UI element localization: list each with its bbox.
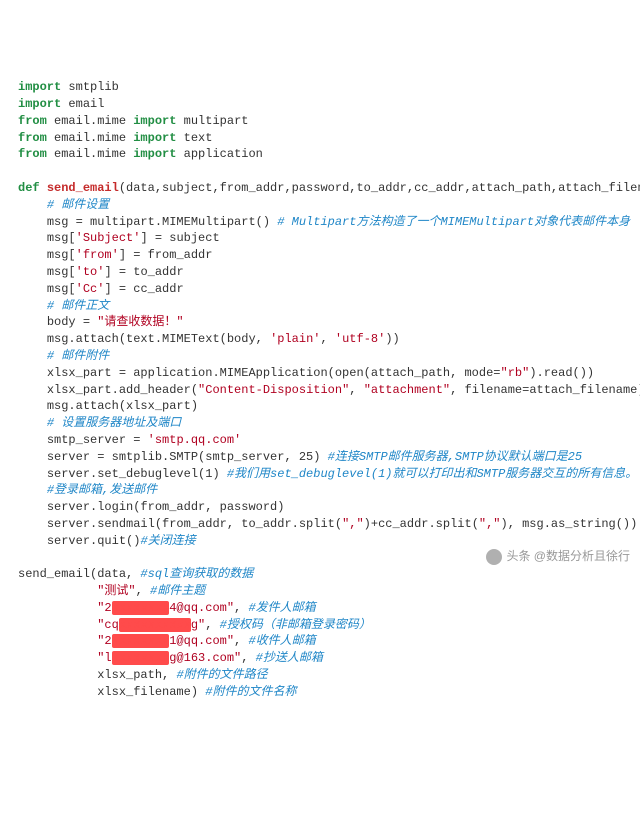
call-arg-4: "2xxxxxxxx1@qq.com", #收件人邮箱 bbox=[18, 634, 316, 648]
line-24: #登录邮箱,发送邮件 bbox=[18, 483, 157, 497]
line-2: import email bbox=[18, 97, 104, 111]
line-21: smtp_server = 'smtp.qq.com' bbox=[18, 433, 241, 447]
line-9: msg['Subject'] = subject bbox=[18, 231, 220, 245]
call-arg-1: "测试", #邮件主题 bbox=[18, 584, 205, 598]
redacted-text: xxxxxxxx bbox=[112, 601, 170, 615]
line-17: xlsx_part = application.MIMEApplication(… bbox=[18, 366, 594, 380]
redacted-text: xxxxxxxx bbox=[112, 651, 170, 665]
line-12: msg['Cc'] = cc_addr bbox=[18, 282, 184, 296]
watermark-text: 头条 @数据分析且徐行 bbox=[506, 549, 630, 563]
watermark: 头条 @数据分析且徐行 bbox=[486, 548, 630, 565]
line-def: def send_email(data,subject,from_addr,pa… bbox=[18, 181, 640, 195]
line-10: msg['from'] = from_addr bbox=[18, 248, 212, 262]
line-14: body = "请查收数据！" bbox=[18, 315, 184, 329]
line-15: msg.attach(text.MIMEText(body, 'plain', … bbox=[18, 332, 400, 346]
call-arg-7: xlsx_filename) #附件的文件名称 bbox=[18, 685, 296, 699]
line-19: msg.attach(xlsx_part) bbox=[18, 399, 198, 413]
line-25: server.login(from_addr, password) bbox=[18, 500, 284, 514]
call-arg-2: "2xxxxxxxx4@qq.com", #发件人邮箱 bbox=[18, 601, 316, 615]
line-3: from email.mime import multipart bbox=[18, 114, 248, 128]
line-13: # 邮件正文 bbox=[18, 299, 109, 313]
line-7: # 邮件设置 bbox=[18, 198, 109, 212]
call-arg-3: "cqxxxxxxxxxxg", #授权码（非邮箱登录密码） bbox=[18, 618, 371, 632]
call-arg-5: "lxxxxxxxxg@163.com", #抄送人邮箱 bbox=[18, 651, 323, 665]
redacted-text: xxxxxxxx bbox=[112, 634, 170, 648]
line-18: xlsx_part.add_header("Content-Dispositio… bbox=[18, 383, 640, 397]
line-27: server.quit()#关闭连接 bbox=[18, 534, 196, 548]
line-26: server.sendmail(from_addr, to_addr.split… bbox=[18, 517, 637, 531]
code-block: import smtplib import email from email.m… bbox=[18, 79, 622, 700]
call-arg-6: xlsx_path, #附件的文件路径 bbox=[18, 668, 268, 682]
line-20: # 设置服务器地址及端口 bbox=[18, 416, 181, 430]
line-11: msg['to'] = to_addr bbox=[18, 265, 184, 279]
call-head: send_email(data, #sql查询获取的数据 bbox=[18, 567, 253, 581]
line-5: from email.mime import application bbox=[18, 147, 263, 161]
avatar-icon bbox=[486, 549, 502, 565]
line-22: server = smtplib.SMTP(smtp_server, 25) #… bbox=[18, 450, 582, 464]
line-8: msg = multipart.MIMEMultipart() # Multip… bbox=[18, 215, 630, 229]
line-4: from email.mime import text bbox=[18, 131, 212, 145]
redacted-text: xxxxxxxxxx bbox=[119, 618, 191, 632]
line-16: # 邮件附件 bbox=[18, 349, 109, 363]
line-23: server.set_debuglevel(1) #我们用set_debugle… bbox=[18, 467, 637, 481]
line-1: import smtplib bbox=[18, 80, 119, 94]
